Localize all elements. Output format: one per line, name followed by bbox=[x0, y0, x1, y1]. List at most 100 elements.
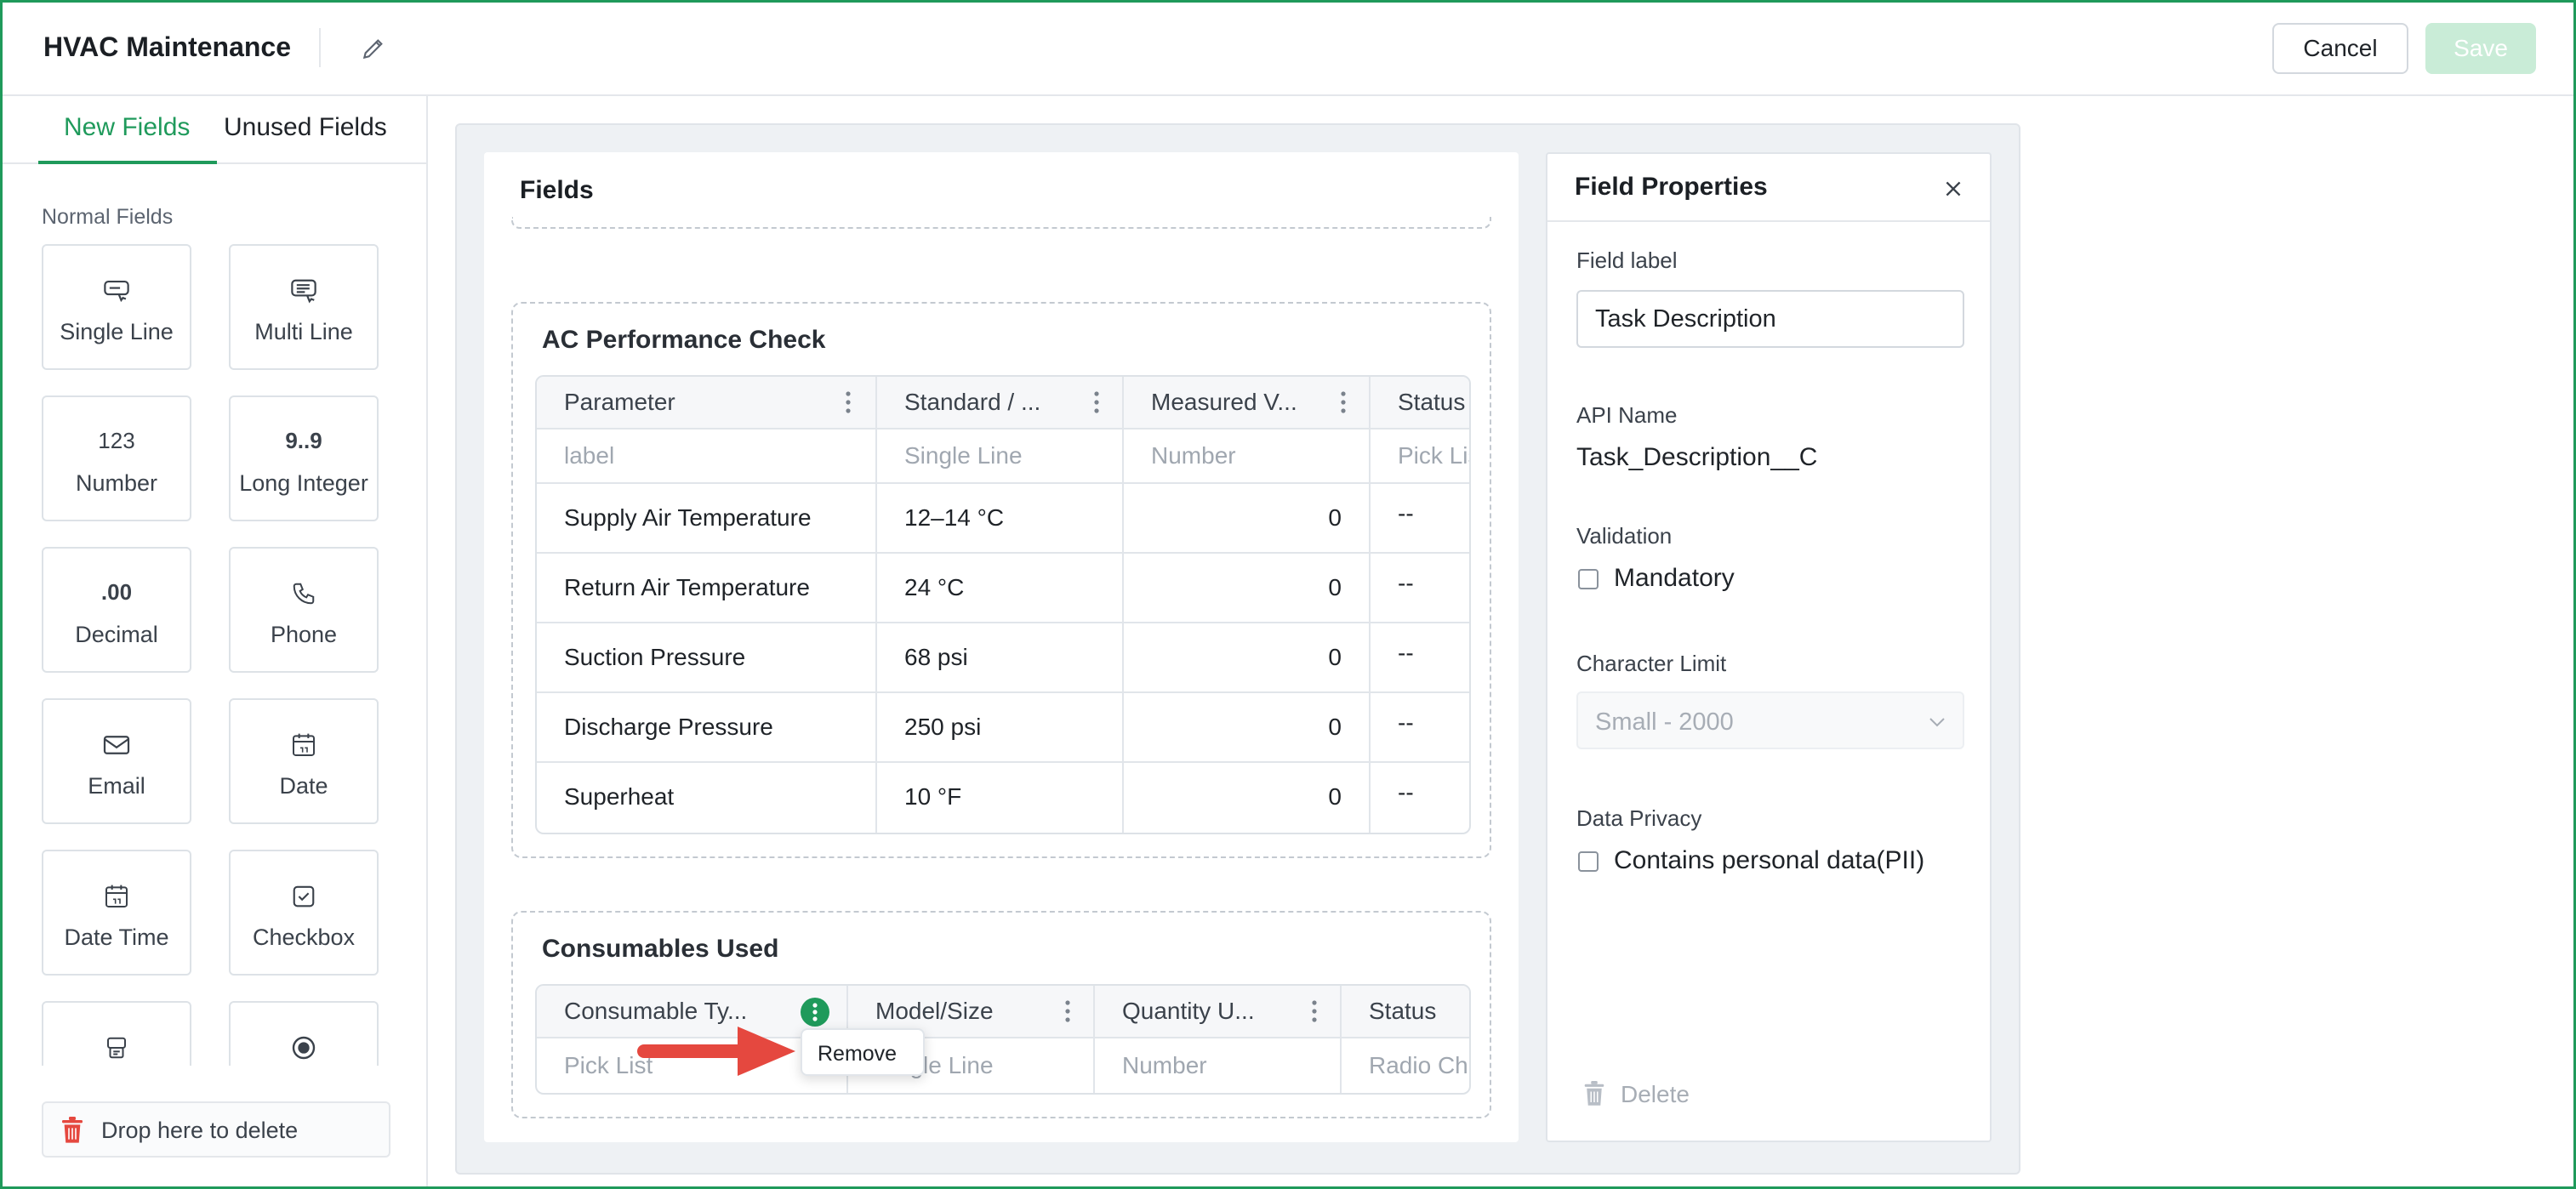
tile-label: Number bbox=[75, 470, 158, 496]
character-limit-select[interactable]: Small - 2000 bbox=[1576, 691, 1964, 749]
column-header-label: Consumable Ty... bbox=[564, 998, 748, 1024]
section-title: AC Performance Check bbox=[542, 326, 826, 354]
column-header-label: Status bbox=[1398, 389, 1466, 415]
table-cell: 0 bbox=[1124, 623, 1371, 691]
kebab-menu-icon[interactable] bbox=[1340, 390, 1347, 415]
pii-label: Contains personal data(PII) bbox=[1614, 846, 1925, 874]
table-cell: 68 psi bbox=[877, 623, 1124, 691]
date-icon bbox=[231, 729, 377, 758]
chevron-down-icon bbox=[1929, 718, 1945, 727]
table-header-row: Parameter Standard / ... Measured V... S… bbox=[537, 377, 1469, 430]
section-ac-performance-check[interactable]: AC Performance Check Parameter Standard … bbox=[511, 302, 1491, 858]
table-row: Discharge Pressure 250 psi 0 -- bbox=[537, 693, 1469, 763]
close-icon[interactable] bbox=[1942, 178, 1964, 200]
mandatory-label: Mandatory bbox=[1614, 564, 1735, 592]
field-tile-long-integer[interactable]: 9..9 Long Integer bbox=[229, 395, 379, 521]
field-type-cell: Pick Lis bbox=[1371, 430, 1469, 482]
tab-new-fields[interactable]: New Fields bbox=[64, 113, 190, 142]
column-header[interactable]: Measured V... bbox=[1124, 377, 1371, 428]
table-cell: 0 bbox=[1124, 693, 1371, 761]
field-tile-phone[interactable]: Phone bbox=[229, 547, 379, 673]
cancel-button[interactable]: Cancel bbox=[2272, 23, 2408, 74]
field-tile-single-line[interactable]: Single Line bbox=[42, 244, 191, 370]
table-row: Suction Pressure 68 psi 0 -- bbox=[537, 623, 1469, 693]
kebab-menu-icon[interactable] bbox=[1093, 390, 1100, 415]
tile-label: Single Line bbox=[60, 319, 174, 344]
field-type-row: label Single Line Number Pick Lis bbox=[537, 430, 1469, 484]
column-header-label: Quantity U... bbox=[1122, 998, 1255, 1024]
field-type-cell: Number bbox=[1095, 1038, 1342, 1093]
validation-label: Validation bbox=[1576, 523, 1673, 549]
table-cell: Superheat bbox=[537, 763, 877, 833]
field-type-cell: Number bbox=[1124, 430, 1371, 482]
save-button[interactable]: Save bbox=[2425, 23, 2536, 74]
mandatory-checkbox[interactable] bbox=[1578, 569, 1599, 589]
column-header-label: Status bbox=[1369, 998, 1437, 1024]
field-tile-email[interactable]: Email bbox=[42, 698, 191, 824]
column-header[interactable]: Parameter bbox=[537, 377, 877, 428]
field-tile-multi-line[interactable]: Multi Line bbox=[229, 244, 379, 370]
tile-label: Decimal bbox=[75, 622, 158, 647]
data-privacy-label: Data Privacy bbox=[1576, 805, 1702, 831]
title-divider bbox=[319, 28, 321, 67]
previous-section-edge bbox=[511, 217, 1491, 229]
api-name-value: Task_Description__C bbox=[1576, 443, 1818, 471]
table-cell: -- bbox=[1371, 693, 1469, 761]
table-cell: -- bbox=[1371, 554, 1469, 622]
field-tile-date-time[interactable]: Date Time bbox=[42, 850, 191, 976]
kebab-menu-icon[interactable] bbox=[1311, 998, 1318, 1024]
table-cell: -- bbox=[1371, 763, 1469, 833]
field-tile-number[interactable]: 123 Number bbox=[42, 395, 191, 521]
pii-checkbox[interactable] bbox=[1578, 851, 1599, 872]
table-cell: Discharge Pressure bbox=[537, 693, 877, 761]
column-header[interactable]: Status bbox=[1371, 377, 1469, 428]
drop-to-delete-zone[interactable]: Drop here to delete bbox=[42, 1101, 390, 1158]
column-header[interactable]: Quantity U... bbox=[1095, 986, 1342, 1037]
kebab-menu-active-icon[interactable] bbox=[801, 998, 829, 1027]
character-limit-value: Small - 2000 bbox=[1595, 708, 1734, 736]
field-tile-date[interactable]: Date bbox=[229, 698, 379, 824]
section-consumables-used[interactable]: Consumables Used Consumable Ty... Model/… bbox=[511, 911, 1491, 1118]
radio-icon bbox=[231, 1032, 377, 1061]
column-header-label: Standard / ... bbox=[904, 389, 1041, 415]
table-cell: Supply Air Temperature bbox=[537, 484, 877, 552]
email-icon bbox=[43, 729, 190, 758]
field-tile-decimal[interactable]: .00 Decimal bbox=[42, 547, 191, 673]
field-label-label: Field label bbox=[1576, 247, 1678, 273]
table-cell: 10 °F bbox=[877, 763, 1124, 833]
fields-panel: Fields AC Performance Check Parameter St… bbox=[484, 152, 1519, 1142]
kebab-menu-icon[interactable] bbox=[1064, 998, 1071, 1024]
page-title: HVAC Maintenance bbox=[43, 31, 292, 62]
tile-label: Long Integer bbox=[239, 470, 368, 496]
tile-label: Email bbox=[88, 773, 145, 799]
properties-header: Field Properties bbox=[1547, 154, 1990, 222]
column-header[interactable]: Status bbox=[1342, 986, 1469, 1037]
subform-table: Parameter Standard / ... Measured V... S… bbox=[535, 375, 1471, 834]
table-row: Return Air Temperature 24 °C 0 -- bbox=[537, 554, 1469, 623]
multi-line-icon bbox=[231, 275, 377, 304]
delete-field-button[interactable]: Delete bbox=[1582, 1079, 1690, 1112]
section-title: Consumables Used bbox=[542, 935, 779, 963]
table-cell: Return Air Temperature bbox=[537, 554, 877, 622]
table-cell: Suction Pressure bbox=[537, 623, 877, 691]
field-type-cell: Single Line bbox=[877, 430, 1124, 482]
tile-label: Date bbox=[279, 773, 328, 799]
field-label-input[interactable] bbox=[1576, 290, 1964, 348]
trash-icon bbox=[62, 1117, 83, 1143]
remove-menu-item[interactable]: Remove bbox=[801, 1028, 925, 1076]
pencil-icon[interactable] bbox=[360, 35, 387, 62]
date-time-icon bbox=[43, 880, 190, 909]
app-frame: HVAC Maintenance Cancel Save New Fields … bbox=[0, 0, 2576, 1189]
tile-label: Phone bbox=[270, 622, 338, 647]
table-cell: -- bbox=[1371, 623, 1469, 691]
table-cell: -- bbox=[1371, 484, 1469, 552]
column-header[interactable]: Standard / ... bbox=[877, 377, 1124, 428]
pick-list-icon bbox=[43, 1032, 190, 1061]
kebab-menu-icon[interactable] bbox=[845, 390, 852, 415]
tab-unused-fields[interactable]: Unused Fields bbox=[224, 113, 387, 142]
table-cell: 0 bbox=[1124, 554, 1371, 622]
properties-title: Field Properties bbox=[1575, 173, 1768, 201]
field-tile-checkbox[interactable]: Checkbox bbox=[229, 850, 379, 976]
single-line-icon bbox=[43, 275, 190, 304]
drop-delete-label: Drop here to delete bbox=[101, 1118, 299, 1143]
